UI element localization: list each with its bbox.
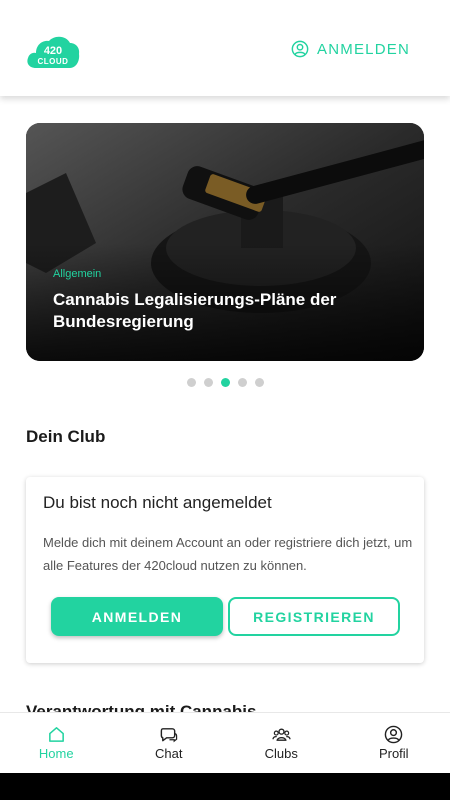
slide-category: Allgemein (53, 268, 102, 280)
card-text: Melde dich mit deinem Account an oder re… (43, 535, 413, 573)
tab-home-label: Home (38, 746, 74, 761)
carousel-dot[interactable] (254, 378, 264, 387)
app-header: 420 CLOUD ANMELDEN (0, 0, 450, 96)
slide-title: Cannabis Legalisierungs-Pläne der Bundes… (53, 290, 337, 331)
profile-icon (384, 725, 403, 744)
system-navigation-bar (0, 773, 450, 800)
card-title: Du bist noch nicht angemeldet (43, 493, 272, 512)
tab-profil-label: Profil (378, 746, 409, 761)
carousel-indicators (0, 378, 450, 387)
bottom-tab-bar: Home Chat Clubs Profil (0, 712, 450, 773)
tab-clubs-label: Clubs (264, 746, 298, 761)
carousel-dot[interactable] (203, 378, 213, 387)
register-button[interactable]: REGISTRIEREN (228, 597, 400, 636)
home-icon (48, 727, 64, 742)
tab-clubs[interactable]: Clubs (225, 713, 338, 773)
svg-text:420: 420 (44, 45, 62, 57)
chat-icon (160, 728, 178, 743)
header-login-link[interactable]: ANMELDEN (291, 40, 410, 58)
svg-text:CLOUD: CLOUD (38, 57, 69, 66)
club-section-title: Dein Club (26, 427, 106, 446)
tab-chat[interactable]: Chat (113, 713, 226, 773)
tab-home[interactable]: Home (0, 713, 113, 773)
user-circle-icon (291, 40, 309, 58)
tab-chat-label: Chat (155, 746, 183, 761)
header-login-label: ANMELDEN (317, 40, 410, 58)
login-button[interactable]: ANMELDEN (51, 597, 223, 636)
news-carousel[interactable]: Allgemein Cannabis Legalisierungs-Pläne … (26, 123, 424, 361)
login-prompt-card: Du bist noch nicht angemeldet Melde dich… (26, 477, 424, 663)
carousel-dot[interactable] (186, 378, 196, 387)
carousel-dot-active[interactable] (220, 378, 230, 387)
420cloud-logo[interactable]: 420 CLOUD (26, 34, 80, 70)
carousel-dot[interactable] (237, 378, 247, 387)
tab-profil[interactable]: Profil (338, 713, 450, 773)
group-icon (272, 728, 291, 741)
